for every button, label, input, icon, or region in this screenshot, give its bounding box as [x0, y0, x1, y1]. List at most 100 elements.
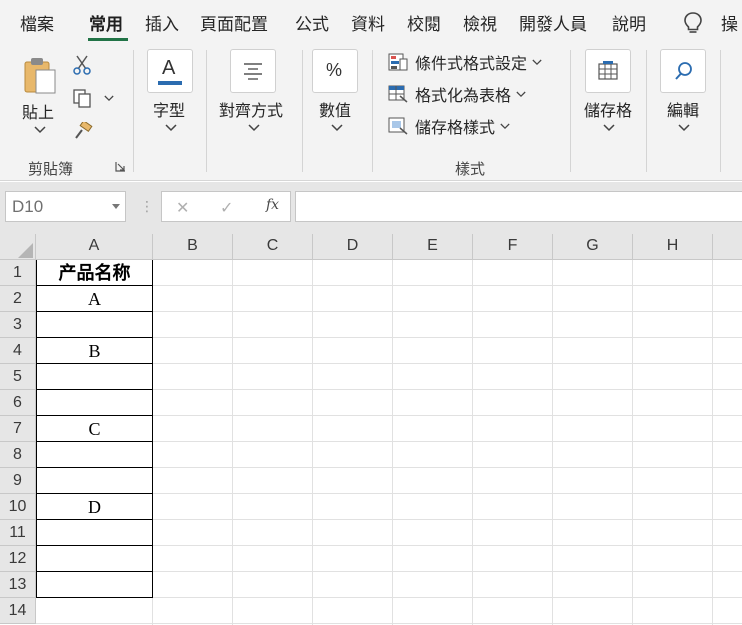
tab-formulas[interactable]: 公式	[295, 10, 329, 35]
cancel-icon[interactable]: ✕	[176, 198, 189, 217]
column-header-e[interactable]: E	[393, 234, 473, 260]
editing-label[interactable]: 編輯	[667, 97, 699, 121]
column-header-c[interactable]: C	[233, 234, 313, 260]
cell-a13[interactable]	[36, 572, 153, 598]
column-header-partial[interactable]	[713, 234, 742, 260]
column-header-d[interactable]: D	[313, 234, 393, 260]
tab-insert[interactable]: 插入	[145, 10, 179, 35]
chevron-down-icon[interactable]	[678, 124, 690, 132]
row-header-7[interactable]: 7	[0, 416, 36, 442]
row-header-11[interactable]: 11	[0, 520, 36, 546]
group-separator	[206, 50, 207, 172]
name-box[interactable]: D10	[5, 191, 126, 222]
insert-function-icon[interactable]: fx	[266, 197, 279, 213]
tab-page-layout[interactable]: 頁面配置	[200, 10, 268, 35]
cell-a1-header[interactable]: 产品名称	[36, 260, 153, 286]
column-header-a[interactable]: A	[36, 234, 153, 260]
align-center-icon	[244, 63, 262, 80]
alignment-label[interactable]: 對齊方式	[219, 97, 283, 121]
cut-icon[interactable]	[72, 54, 92, 76]
name-box-dropdown-icon[interactable]	[112, 204, 120, 209]
row-header-4[interactable]: 4	[0, 338, 36, 364]
tab-review[interactable]: 校閱	[407, 10, 441, 35]
chevron-down-icon[interactable]	[248, 124, 260, 132]
formula-input[interactable]	[295, 191, 742, 222]
row-header-6[interactable]: 6	[0, 390, 36, 416]
font-color-bar	[158, 81, 182, 85]
conditional-formatting-label: 條件式格式設定	[415, 54, 528, 73]
font-label[interactable]: 字型	[153, 97, 185, 121]
row-header-1[interactable]: 1	[0, 260, 36, 286]
cell-a4[interactable]: B	[36, 338, 153, 364]
cell-a5[interactable]	[36, 364, 153, 390]
paste-icon[interactable]	[22, 56, 58, 96]
cells-label[interactable]: 儲存格	[584, 97, 632, 121]
select-all-triangle-icon	[18, 243, 33, 258]
cell-styles-label: 儲存格樣式	[415, 118, 496, 137]
conditional-formatting-icon	[388, 53, 408, 71]
font-button[interactable]: A	[147, 49, 193, 93]
row-header-10[interactable]: 10	[0, 494, 36, 520]
worksheet-grid[interactable]: A B C D E F G H 1 2 3 4 5 6 7 8 9 10 11 12 13 14 产品名称 A B C D	[0, 234, 742, 625]
column-header-g[interactable]: G	[553, 234, 633, 260]
row-header-8[interactable]: 8	[0, 442, 36, 468]
cells-button[interactable]	[585, 49, 631, 93]
editing-button[interactable]	[660, 49, 706, 93]
tab-help[interactable]: 說明	[612, 10, 646, 35]
chevron-down-icon[interactable]	[104, 95, 114, 102]
column-header-f[interactable]: F	[473, 234, 553, 260]
format-painter-icon[interactable]	[73, 122, 93, 140]
group-separator	[372, 50, 373, 172]
cell-a11[interactable]	[36, 520, 153, 546]
paste-label[interactable]: 貼上	[22, 99, 54, 123]
enter-icon[interactable]: ✓	[220, 198, 233, 217]
row-header-9[interactable]: 9	[0, 468, 36, 494]
cell-styles-button[interactable]: 儲存格樣式	[388, 115, 510, 137]
chevron-down-icon[interactable]	[603, 124, 615, 132]
ribbon-tab-bar: 檔案 常用 插入 頁面配置 公式 資料 校閱 檢視 開發人員 說明 操	[0, 0, 742, 44]
cell-a12[interactable]	[36, 546, 153, 572]
row-header-13[interactable]: 13	[0, 572, 36, 598]
chevron-down-icon[interactable]	[165, 124, 177, 132]
chevron-down-icon	[516, 91, 526, 97]
column-header-h[interactable]: H	[633, 234, 713, 260]
conditional-formatting-button[interactable]: 條件式格式設定	[388, 51, 542, 73]
group-separator	[720, 50, 721, 172]
column-header-b[interactable]: B	[153, 234, 233, 260]
row-header-12[interactable]: 12	[0, 546, 36, 572]
dialog-launcher-icon[interactable]	[115, 161, 126, 172]
tab-developer[interactable]: 開發人員	[519, 10, 587, 35]
tab-file[interactable]: 檔案	[20, 10, 54, 35]
row-header-2[interactable]: 2	[0, 286, 36, 312]
tell-me-label[interactable]: 操	[721, 10, 738, 35]
lightbulb-icon[interactable]	[683, 11, 703, 35]
row-header-5[interactable]: 5	[0, 364, 36, 390]
cell-a2[interactable]: A	[36, 286, 153, 312]
format-as-table-icon	[388, 85, 408, 103]
alignment-button[interactable]	[230, 49, 276, 93]
select-all-button[interactable]	[0, 234, 36, 260]
chevron-down-icon[interactable]	[34, 126, 46, 134]
format-as-table-button[interactable]: 格式化為表格	[388, 83, 526, 105]
tab-home[interactable]: 常用	[89, 10, 123, 35]
tab-data[interactable]: 資料	[351, 10, 385, 35]
row-header-3[interactable]: 3	[0, 312, 36, 338]
gridline-horizontal	[36, 623, 742, 624]
active-tab-indicator	[88, 38, 128, 41]
cell-a8[interactable]	[36, 442, 153, 468]
number-label[interactable]: 數值	[319, 97, 351, 121]
search-icon	[675, 62, 692, 80]
group-separator	[302, 50, 303, 172]
chevron-down-icon[interactable]	[331, 124, 343, 132]
row-header-14[interactable]: 14	[0, 598, 36, 624]
cell-a7[interactable]: C	[36, 416, 153, 442]
cell-a3[interactable]	[36, 312, 153, 338]
formula-bar-grip-icon[interactable]: ⋮	[140, 199, 154, 215]
tab-view[interactable]: 檢視	[463, 10, 497, 35]
number-button[interactable]: %	[312, 49, 358, 93]
cell-a9[interactable]	[36, 468, 153, 494]
copy-icon[interactable]	[72, 88, 92, 108]
cell-a6[interactable]	[36, 390, 153, 416]
cell-a10[interactable]: D	[36, 494, 153, 520]
ribbon-home: 貼上 剪貼簿 A 字型 對齊方式 % 數值 條件式格式設定 格式化為表格 儲存格…	[0, 44, 742, 181]
